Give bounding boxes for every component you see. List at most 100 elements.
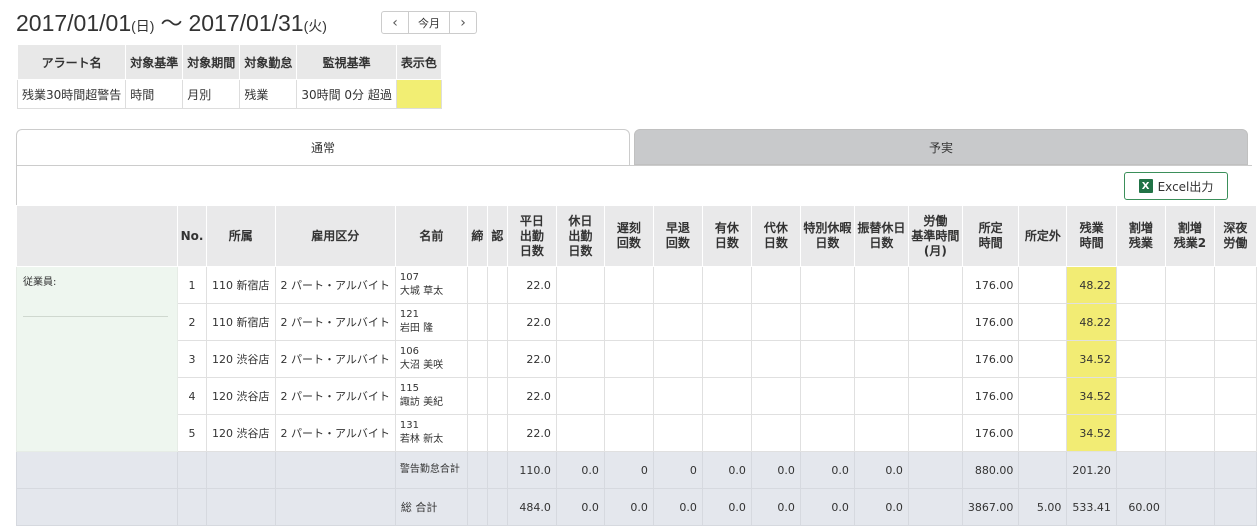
table-row[interactable]: 従業員: 1 110 新宿店 2 パート・アルバイト 107 大城 草太 22.0…: [16, 266, 1257, 452]
row-overtime: 34.52: [1066, 377, 1117, 415]
start-dow: (日): [131, 18, 155, 34]
col-approve: 認: [486, 205, 508, 267]
row-overtime: 34.52: [1066, 340, 1117, 378]
row-dept: 110 新宿店: [206, 266, 276, 304]
alert-attendance: 残業: [239, 79, 298, 109]
end-dow: (火): [303, 18, 327, 34]
row-overtime: 48.22: [1066, 266, 1117, 304]
alert-col-period: 対象期間: [182, 44, 241, 80]
col-paid-leave: 有休 日数: [701, 205, 752, 267]
alert-total-weekday: 110.0: [506, 451, 557, 489]
employee-side-panel: 従業員:: [16, 266, 178, 452]
col-holiday-days: 休日 出勤 日数: [555, 205, 605, 267]
end-date: 2017/01/31: [188, 10, 304, 36]
row-emp-type: 2 パート・アルバイト: [274, 266, 396, 304]
alert-row: 残業30時間超警告 時間 月別 残業 30時間 0分 超過: [16, 79, 442, 109]
grand-total-paid: 0.0: [701, 488, 752, 526]
col-weekday-days: 平日 出勤 日数: [506, 205, 557, 267]
start-date: 2017/01/01: [16, 10, 132, 36]
row-scheduled: 176.00: [961, 340, 1020, 378]
table-row[interactable]: 3 120 渋谷店 2 パート・アルバイト 106 大沼 美咲 22.0 176.…: [17, 340, 1257, 378]
grand-total-special: 0.0: [799, 488, 855, 526]
row-no: 1: [177, 266, 207, 304]
col-late-night: 深夜 労働: [1213, 205, 1257, 267]
col-overtime: 残業 時間: [1066, 205, 1117, 267]
excel-export-button[interactable]: X Excel出力: [1124, 172, 1228, 200]
row-no: 4: [177, 377, 207, 415]
alert-col-threshold: 監視基準: [296, 44, 397, 80]
row-no: 5: [177, 414, 207, 452]
excel-icon: X: [1138, 179, 1153, 193]
table-row[interactable]: 2 110 新宿店 2 パート・アルバイト 121 岩田 隆 22.0 176.0…: [17, 303, 1257, 341]
alert-col-color: 表示色: [395, 44, 442, 80]
tab-budget-actual[interactable]: 予実: [634, 129, 1248, 165]
row-weekday-days: 22.0: [506, 266, 557, 304]
row-weekday-days: 22.0: [506, 377, 557, 415]
alert-total-special: 0.0: [799, 451, 855, 489]
grand-total-late: 0.0: [603, 488, 654, 526]
row-employee[interactable]: 115 諏訪 美紀: [394, 377, 468, 415]
grand-total-early: 0.0: [652, 488, 703, 526]
row-emp-type: 2 パート・アルバイト: [274, 377, 396, 415]
col-no: No.: [177, 205, 207, 267]
grand-total-label: 総 合計: [394, 488, 468, 526]
col-dept: 所属: [206, 205, 276, 267]
alert-color-swatch: [395, 79, 442, 109]
attendance-table: No. 所属 雇用区分 名前 締 認 平日 出勤 日数 休日 出勤 日数 遅刻 回数 早退…: [16, 205, 1257, 526]
prev-month-button[interactable]: ‹: [382, 12, 408, 33]
chevron-right-icon: ›: [460, 14, 466, 31]
grand-total-comp: 0.0: [750, 488, 801, 526]
alert-total-scheduled: 880.00: [961, 451, 1020, 489]
alert-name: 残業30時間超警告: [16, 79, 127, 109]
employee-side-label: 従業員:: [23, 277, 57, 288]
alert-header-row: アラート名 対象基準 対象期間 対象勤怠 監視基準 表示色: [16, 44, 442, 80]
col-non-scheduled: 所定外: [1018, 205, 1068, 267]
table-row[interactable]: 5 120 渋谷店 2 パート・アルバイト 131 若林 新太 22.0 176.…: [17, 414, 1257, 452]
row-dept: 120 渋谷店: [206, 340, 276, 378]
alert-total-early: 0: [652, 451, 703, 489]
tab-normal[interactable]: 通常: [16, 129, 630, 165]
chevron-left-icon: ‹: [392, 14, 398, 31]
row-employee[interactable]: 121 岩田 隆: [394, 303, 468, 341]
row-employee[interactable]: 131 若林 新太: [394, 414, 468, 452]
row-weekday-days: 22.0: [506, 414, 557, 452]
alert-total-label: 警告勤怠合計: [394, 451, 468, 489]
grand-total-row: 総 合計 484.0 0.0 0.0 0.0 0.0 0.0 0.0 0.0 3…: [16, 488, 1257, 526]
alert-table: アラート名 対象基準 対象期間 対象勤怠 監視基準 表示色 残業30時間超警告 …: [16, 44, 442, 109]
col-comp-leave: 代休 日数: [750, 205, 801, 267]
grand-total-non-scheduled: 5.00: [1018, 488, 1068, 526]
col-special-leave: 特別休暇 日数: [799, 205, 855, 267]
alert-total-holiday: 0.0: [555, 451, 605, 489]
row-dept: 110 新宿店: [206, 303, 276, 341]
next-month-button[interactable]: ›: [450, 12, 476, 33]
alert-period: 月別: [182, 79, 241, 109]
row-dept: 120 渋谷店: [206, 377, 276, 415]
table-row[interactable]: 4 120 渋谷店 2 パート・アルバイト 115 諏訪 美紀 22.0 176.…: [17, 377, 1257, 415]
alert-total-transfer: 0.0: [853, 451, 909, 489]
alert-threshold: 30時間 0分 超過: [296, 79, 397, 109]
row-scheduled: 176.00: [961, 377, 1020, 415]
row-employee[interactable]: 106 大沼 美咲: [394, 340, 468, 378]
row-scheduled: 176.00: [961, 414, 1020, 452]
grand-total-extra-overtime: 60.00: [1115, 488, 1166, 526]
row-weekday-days: 22.0: [506, 340, 557, 378]
date-range: 2017/01/01(日) 〜 2017/01/31(火): [16, 6, 327, 38]
alert-total-comp: 0.0: [750, 451, 801, 489]
current-month-button[interactable]: 今月: [408, 12, 450, 33]
row-overtime: 48.22: [1066, 303, 1117, 341]
row-overtime: 34.52: [1066, 414, 1117, 452]
col-late: 遅刻 回数: [603, 205, 654, 267]
col-scheduled: 所定 時間: [961, 205, 1020, 267]
col-side: [16, 205, 178, 267]
tilde: 〜: [160, 11, 183, 36]
row-dept: 120 渋谷店: [206, 414, 276, 452]
row-employee[interactable]: 107 大城 草太: [394, 266, 468, 304]
col-labor-std: 労働 基準時間 (月): [907, 205, 963, 267]
col-name: 名前: [394, 205, 468, 267]
month-pager: ‹ 今月 ›: [381, 11, 477, 34]
grid-header-row: No. 所属 雇用区分 名前 締 認 平日 出勤 日数 休日 出勤 日数 遅刻 回数 早退…: [16, 205, 1257, 267]
col-transfer-holiday: 振替休日 日数: [853, 205, 909, 267]
col-emp-type: 雇用区分: [274, 205, 396, 267]
alert-col-name: アラート名: [16, 44, 127, 80]
side-divider: [23, 316, 168, 317]
